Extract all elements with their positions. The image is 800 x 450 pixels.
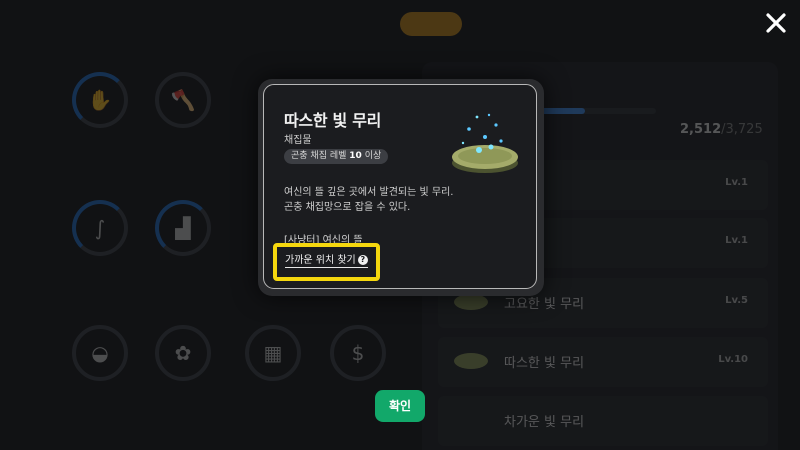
tab-2[interactable]: [320, 12, 390, 36]
trade-skill[interactable]: $: [330, 325, 386, 381]
requirement-level: 10: [349, 151, 362, 161]
item-name: 따스한 빛 무리: [504, 356, 585, 371]
item-level: Lv.1: [725, 235, 748, 246]
close-icon[interactable]: [765, 12, 787, 34]
item-title: 따스한 빛 무리: [284, 111, 382, 130]
requirement-suffix: 이상: [364, 151, 382, 161]
item-type: 채집물: [284, 135, 312, 146]
tab-3-active[interactable]: [400, 12, 462, 36]
description-line: 곤충 채집망으로 잡을 수 있다.: [284, 202, 411, 213]
money-bag-icon: $: [351, 341, 365, 365]
anvil-icon: ▟: [175, 216, 191, 240]
counter-value: 2,512: [680, 122, 722, 137]
crafting-skill[interactable]: ▦: [245, 325, 301, 381]
boxes-icon: ▦: [263, 341, 283, 365]
harvest-skill[interactable]: ✋: [72, 72, 128, 128]
item-level: Lv.1: [725, 177, 748, 188]
find-button-label: 가까운 위치 찾기?: [285, 254, 368, 268]
harvest-icon: ✋: [87, 88, 113, 112]
smithing-skill[interactable]: ▟: [155, 200, 211, 256]
gardening-skill[interactable]: ✿: [155, 325, 211, 381]
glowing-firefly-swarm-icon: [452, 113, 518, 173]
requirement-badge: 곤충 채집 레벨 10 이상: [284, 149, 389, 164]
question-circle-icon[interactable]: ?: [357, 255, 368, 265]
tab-4[interactable]: [470, 12, 520, 36]
description-line: 여신의 뜰 깊은 곳에서 발견되는 빛 무리.: [284, 187, 454, 198]
list-item[interactable]: 차가운 빛 무리: [438, 396, 768, 446]
requirement-prefix: 곤충 채집 레벨: [291, 151, 347, 161]
cooking-skill[interactable]: ◒: [72, 325, 128, 381]
fishing-rod-icon: ∫: [94, 216, 106, 240]
item-level: Lv.10: [718, 354, 748, 365]
game-screen: ✋ 🪓 ∫ ▟ ◒ ✿ ▦ $ 2,512/3,725 Lv.1 무리Lv.1 …: [0, 0, 800, 450]
light-swarm-icon: [454, 294, 488, 310]
confirm-button[interactable]: 확인: [375, 390, 425, 422]
cooking-pot-icon: ◒: [91, 341, 109, 365]
list-item[interactable]: 따스한 빛 무리 Lv.10: [438, 337, 768, 387]
axe-icon: 🪓: [170, 88, 196, 112]
plant-icon: ✿: [174, 341, 192, 365]
item-name: 차가운 빛 무리: [504, 415, 585, 430]
counter-total: /3,725: [721, 122, 763, 137]
item-description: 여신의 뜰 깊은 곳에서 발견되는 빛 무리. 곤충 채집망으로 잡을 수 있다…: [284, 185, 524, 215]
logging-skill[interactable]: 🪓: [155, 72, 211, 128]
light-swarm-icon: [454, 353, 488, 369]
item-level: Lv.5: [725, 295, 748, 306]
fishing-skill[interactable]: ∫: [72, 200, 128, 256]
tab-1[interactable]: [245, 12, 305, 36]
find-label-text: 가까운 위치 찾기: [285, 255, 356, 266]
collection-counter: 2,512/3,725: [680, 122, 763, 137]
find-nearest-location-button[interactable]: 가까운 위치 찾기?: [273, 243, 380, 281]
